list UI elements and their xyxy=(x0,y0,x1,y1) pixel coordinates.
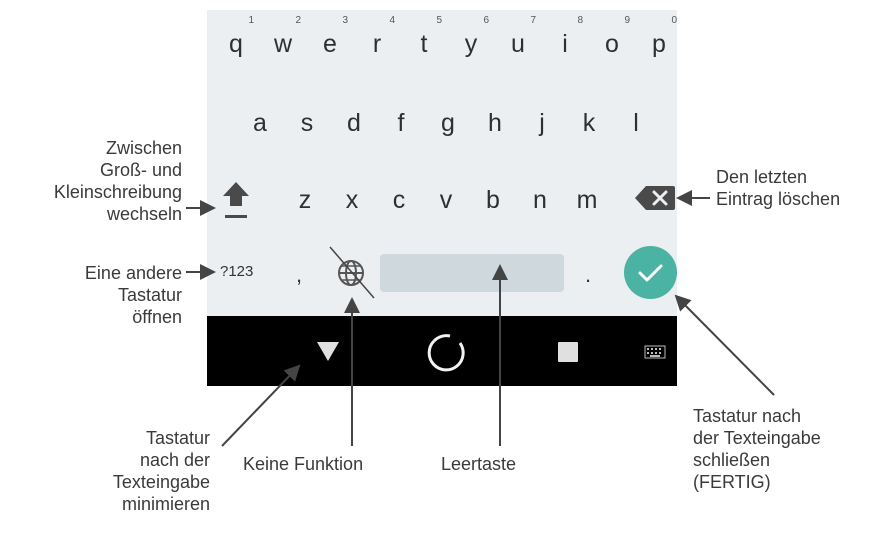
annotation-arrows xyxy=(186,190,775,447)
arrow-done xyxy=(674,294,775,396)
arrow-minimize xyxy=(221,364,301,447)
strike-line xyxy=(329,246,375,299)
